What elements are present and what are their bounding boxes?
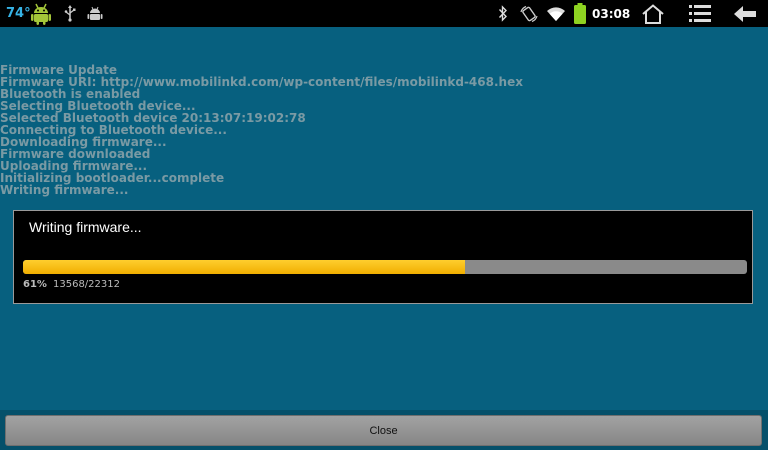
menu-icon[interactable] [688, 0, 712, 27]
button-bar: Close [0, 410, 768, 450]
log-line: Writing firmware... [0, 183, 129, 197]
battery-icon [572, 0, 588, 27]
close-button[interactable]: Close [5, 415, 762, 446]
back-icon[interactable] [733, 0, 757, 27]
firmware-log: Firmware Update Firmware URI: http://www… [0, 64, 768, 196]
progress-dialog: Writing firmware... 61% 13568/22312 [13, 210, 753, 304]
android-icon [29, 0, 53, 27]
debug-icon [86, 0, 104, 27]
progress-fill [23, 260, 465, 274]
progress-bar [23, 260, 747, 274]
progress-percent: 61% [23, 279, 47, 290]
usb-icon [62, 0, 78, 27]
home-icon[interactable] [640, 0, 666, 27]
clock: 03:08 [592, 6, 631, 21]
temperature-readout: 74° [6, 6, 31, 21]
bluetooth-icon [496, 0, 510, 27]
progress-count: 13568/22312 [53, 279, 120, 290]
dialog-title: Writing firmware... [29, 219, 142, 235]
status-bar: 74° 03:08 [0, 0, 768, 27]
rotation-icon [518, 0, 540, 27]
wifi-icon [545, 0, 567, 27]
